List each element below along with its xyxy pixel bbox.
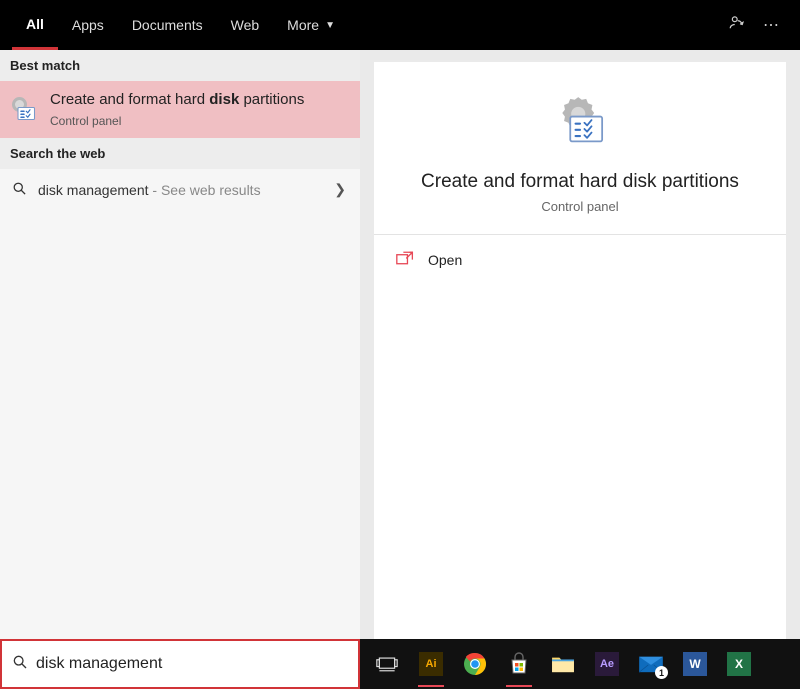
tab-documents-label: Documents — [132, 17, 203, 33]
preview-app-icon — [549, 90, 611, 157]
preview-title: Create and format hard disk partitions — [421, 171, 739, 193]
tab-apps[interactable]: Apps — [58, 0, 118, 50]
taskbar: Ai — [360, 639, 800, 689]
open-icon — [396, 251, 414, 268]
taskbar-aftereffects-icon[interactable]: Ae — [588, 647, 626, 681]
best-match-title: Create and format hard disk partitions — [50, 91, 304, 110]
control-panel-icon — [6, 91, 42, 127]
open-action[interactable]: Open — [374, 235, 786, 284]
taskbar-mail-icon[interactable]: 1 — [632, 647, 670, 681]
tab-more[interactable]: More ▼ — [273, 0, 349, 50]
tab-more-label: More — [287, 17, 319, 33]
taskbar-excel-icon[interactable]: X — [720, 647, 758, 681]
search-box[interactable] — [0, 639, 360, 689]
search-icon — [12, 654, 28, 674]
best-match-header: Best match — [0, 50, 360, 81]
bottom-bar: Ai — [0, 639, 800, 689]
web-result-hint: - See web results — [149, 182, 261, 198]
taskbar-store-icon[interactable] — [500, 647, 538, 681]
web-result-label: disk management - See web results — [38, 182, 324, 198]
taskbar-illustrator-icon[interactable]: Ai — [412, 647, 450, 681]
tab-all-label: All — [26, 16, 44, 32]
bm-title-pre: Create and format hard — [50, 91, 209, 108]
taskview-icon[interactable] — [368, 647, 406, 681]
web-result[interactable]: disk management - See web results ❯ — [0, 169, 360, 211]
tab-apps-label: Apps — [72, 17, 104, 33]
web-result-query: disk management — [38, 182, 149, 198]
preview-pane-wrapper: Create and format hard disk partitions C… — [360, 50, 800, 639]
preview-subtitle: Control panel — [541, 199, 618, 214]
search-input[interactable] — [36, 655, 348, 673]
open-label: Open — [428, 252, 462, 268]
preview-hero: Create and format hard disk partitions C… — [374, 62, 786, 235]
results-pane: Best match Create and format hard disk p… — [0, 50, 360, 639]
bm-title-post: partitions — [239, 91, 304, 108]
main-content: Best match Create and format hard disk p… — [0, 50, 800, 639]
tab-web[interactable]: Web — [217, 0, 274, 50]
chevron-down-icon: ▼ — [325, 20, 335, 31]
search-scope-tabbar: All Apps Documents Web More ▼ ⋯ — [0, 0, 800, 50]
taskbar-chrome-icon[interactable] — [456, 647, 494, 681]
bm-title-bold: disk — [209, 91, 239, 108]
tab-all[interactable]: All — [12, 0, 58, 50]
taskbar-word-icon[interactable]: W — [676, 647, 714, 681]
best-match-result[interactable]: Create and format hard disk partitions C… — [0, 81, 360, 138]
tab-documents[interactable]: Documents — [118, 0, 217, 50]
preview-pane: Create and format hard disk partitions C… — [374, 62, 786, 639]
feedback-icon[interactable] — [720, 14, 754, 37]
best-match-subtitle: Control panel — [50, 114, 304, 128]
search-web-header: Search the web — [0, 138, 360, 169]
mail-badge: 1 — [655, 666, 668, 679]
more-options-icon[interactable]: ⋯ — [754, 15, 788, 35]
taskbar-explorer-icon[interactable] — [544, 647, 582, 681]
best-match-text: Create and format hard disk partitions C… — [50, 91, 304, 128]
chevron-right-icon: ❯ — [334, 181, 346, 198]
search-icon — [10, 181, 28, 199]
tab-web-label: Web — [231, 17, 260, 33]
